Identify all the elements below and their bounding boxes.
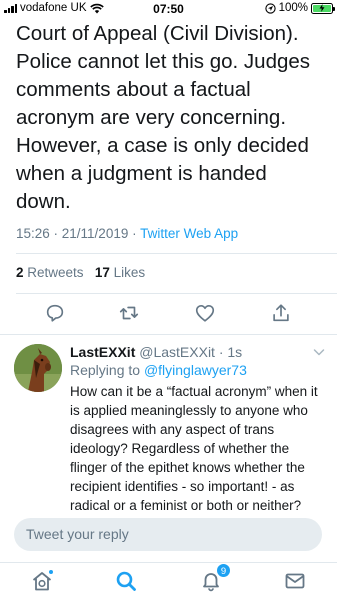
reply-header: LastEXXit @LastEXXit · 1s: [70, 344, 242, 360]
notifications-badge: 9: [216, 563, 231, 578]
likes-count: 17: [94, 265, 110, 280]
battery-percent: 100%: [278, 2, 308, 14]
home-new-dot: [48, 569, 54, 575]
reply-text: How can it be a “factual acronym” when i…: [70, 384, 318, 513]
divider: [16, 253, 337, 254]
retweets-count: 2: [16, 265, 24, 280]
retweets-stat[interactable]: 2 Retweets: [16, 265, 84, 280]
horse-avatar-image: [14, 344, 62, 392]
reply-compose-input[interactable]: Tweet your reply: [14, 518, 322, 551]
share-icon[interactable]: [270, 302, 292, 324]
likes-label: Likes: [113, 265, 146, 280]
tweet-text: Court of Appeal (Civil Division). Police…: [16, 22, 311, 213]
replying-to-mention[interactable]: @flyinglawyer73: [144, 362, 247, 378]
divider: [16, 293, 337, 294]
likes-stat[interactable]: 17 Likes: [95, 265, 145, 280]
tweet-stats: 2 Retweets 17 Likes: [16, 265, 145, 280]
reply-icon[interactable]: [44, 302, 66, 324]
divider: [0, 334, 337, 335]
tweet-timestamp: 15:26 · 21/11/2019 ·: [16, 226, 141, 241]
tweet-source-link[interactable]: Twitter Web App: [140, 226, 238, 241]
tweet-meta: 15:26 · 21/11/2019 · Twitter Web App: [16, 226, 238, 241]
search-icon: [116, 571, 136, 591]
retweet-icon[interactable]: [118, 302, 140, 324]
status-bar: vodafone UK 07:50 100%: [0, 0, 337, 18]
battery-icon: [311, 2, 335, 14]
location-icon: [264, 2, 276, 14]
retweets-label: Retweets: [27, 265, 84, 280]
status-right: 100%: [264, 2, 335, 14]
tweet-actions: [0, 302, 337, 328]
replying-prefix: Replying to: [70, 362, 144, 378]
tab-notifications[interactable]: 9: [199, 563, 231, 593]
replying-to: Replying to @flyinglawyer73: [70, 362, 247, 378]
messages-icon: [285, 573, 305, 589]
chevron-down-icon[interactable]: [313, 346, 325, 358]
tab-messages[interactable]: [283, 569, 307, 593]
reply-author-name[interactable]: LastEXXit: [70, 344, 135, 360]
avatar[interactable]: [14, 344, 62, 392]
reply-author-handle: @LastEXXit · 1s: [139, 344, 243, 360]
tab-search[interactable]: [114, 569, 138, 593]
battery-fill: [313, 4, 331, 12]
like-icon[interactable]: [194, 302, 216, 324]
tab-bar: 9: [0, 562, 337, 600]
tab-home[interactable]: [30, 569, 54, 593]
